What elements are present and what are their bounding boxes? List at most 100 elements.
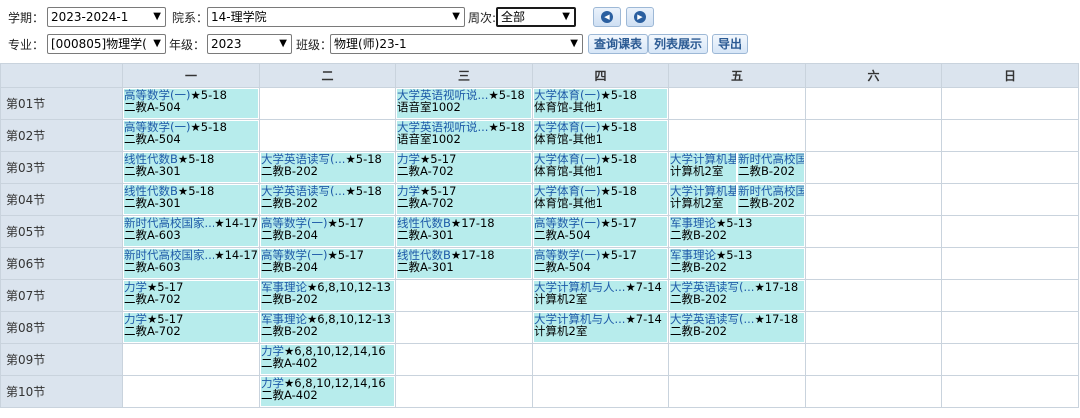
course-name-link[interactable]: 大学英语读写(... — [670, 281, 754, 293]
timetable-cell[interactable]: 大学英语读写(... ★5-18 二教B-202 — [259, 151, 396, 184]
course-name-link[interactable]: 新时代高校国 — [738, 185, 804, 197]
export-button[interactable]: 导出 — [712, 34, 749, 54]
major-select[interactable]: [000805]物理学( ▼ — [47, 34, 166, 54]
course-name-link[interactable]: 高等数学(一) — [124, 121, 190, 133]
course-block[interactable]: 大学英语读写(... ★5-18 二教B-202 — [261, 153, 394, 182]
list-view-button[interactable]: 列表展示 — [648, 34, 709, 54]
timetable-cell[interactable]: 大学计算机基 计算机2室 新时代高校国 二教B-202 — [668, 151, 806, 184]
timetable-cell[interactable]: 大学英语读写(... ★17-18 二教B-202 — [668, 311, 806, 344]
course-block[interactable]: 大学体育(一) ★5-18 体育馆-其他1 — [534, 89, 667, 118]
course-name-link[interactable]: 线性代数B — [124, 153, 178, 165]
timetable-cell[interactable]: 力学 ★5-17 二教A-702 — [395, 183, 533, 216]
course-block[interactable]: 线性代数B ★17-18 二教A-301 — [397, 217, 531, 246]
course-name-link[interactable]: 高等数学(一) — [261, 249, 327, 261]
course-block[interactable]: 大学英语读写(... ★5-18 二教B-202 — [261, 185, 394, 214]
timetable-cell[interactable]: 线性代数B ★5-18 二教A-301 — [122, 151, 260, 184]
dept-select[interactable]: 14-理学院 ▼ — [207, 7, 465, 27]
course-block[interactable]: 大学英语视听说... ★5-18 语音室1002 — [397, 121, 531, 150]
course-block[interactable]: 高等数学(一) ★5-17 二教A-504 — [534, 217, 667, 246]
week-select[interactable]: 全部 ▼ — [496, 7, 576, 27]
course-name-link[interactable]: 大学英语读写(... — [261, 185, 345, 197]
course-block[interactable]: 线性代数B ★17-18 二教A-301 — [397, 249, 531, 278]
course-block[interactable]: 军事理论 ★6,8,10,12-13 二教B-202 — [261, 313, 394, 342]
course-block[interactable]: 大学计算机与人... ★7-14 计算机2室 — [534, 313, 667, 342]
timetable-cell[interactable]: 军事理论 ★5-13 二教B-202 — [668, 247, 806, 280]
timetable-cell[interactable]: 线性代数B ★17-18 二教A-301 — [395, 215, 533, 248]
timetable-cell[interactable]: 力学 ★5-17 二教A-702 — [122, 311, 260, 344]
next-week-button[interactable]: ▶ — [626, 7, 654, 27]
course-name-link[interactable]: 新时代高校国 — [738, 153, 804, 165]
timetable-cell[interactable]: 高等数学(一) ★5-18 二教A-504 — [122, 119, 260, 152]
course-block[interactable]: 力学 ★5-17 二教A-702 — [124, 313, 258, 342]
course-block[interactable]: 军事理论 ★5-13 二教B-202 — [670, 249, 804, 278]
timetable-cell[interactable]: 力学 ★5-17 二教A-702 — [122, 279, 260, 312]
course-name-link[interactable]: 力学 — [124, 313, 147, 325]
timetable-cell[interactable]: 大学英语读写(... ★17-18 二教B-202 — [668, 279, 806, 312]
timetable-cell[interactable]: 线性代数B ★17-18 二教A-301 — [395, 247, 533, 280]
course-block[interactable]: 新时代高校国家... ★14-17 二教A-603 — [124, 249, 258, 278]
course-block[interactable]: 新时代高校国 二教B-202 — [738, 185, 804, 214]
course-name-link[interactable]: 大学英语视听说... — [397, 121, 488, 133]
course-block[interactable]: 军事理论 ★6,8,10,12-13 二教B-202 — [261, 281, 394, 310]
course-name-link[interactable]: 力学 — [397, 153, 420, 165]
timetable-cell[interactable]: 高等数学(一) ★5-17 二教B-204 — [259, 215, 396, 248]
timetable-cell[interactable]: 大学体育(一) ★5-18 体育馆-其他1 — [532, 87, 669, 120]
course-name-link[interactable]: 军事理论 — [261, 281, 307, 293]
course-name-link[interactable]: 大学体育(一) — [534, 185, 600, 197]
timetable-cell[interactable]: 高等数学(一) ★5-18 二教A-504 — [122, 87, 260, 120]
timetable-cell[interactable]: 力学 ★6,8,10,12,14,16 二教A-402 — [259, 343, 396, 376]
course-name-link[interactable]: 大学体育(一) — [534, 121, 600, 133]
course-name-link[interactable]: 军事理论 — [670, 249, 716, 261]
timetable-cell[interactable]: 高等数学(一) ★5-17 二教A-504 — [532, 247, 669, 280]
course-block[interactable]: 大学英语视听说... ★5-18 语音室1002 — [397, 89, 531, 118]
course-block[interactable]: 新时代高校国家... ★14-17 二教A-603 — [124, 217, 258, 246]
course-block[interactable]: 线性代数B ★5-18 二教A-301 — [124, 153, 258, 182]
term-select[interactable]: 2023-2024-1 ▼ — [47, 7, 166, 27]
course-name-link[interactable]: 大学英语读写(... — [670, 313, 754, 325]
course-name-link[interactable]: 大学计算机与人... — [534, 281, 625, 293]
course-block[interactable]: 力学 ★5-17 二教A-702 — [397, 153, 531, 182]
course-block[interactable]: 大学计算机基 计算机2室 — [670, 185, 736, 214]
course-block[interactable]: 大学英语读写(... ★17-18 二教B-202 — [670, 281, 804, 310]
course-name-link[interactable]: 线性代数B — [124, 185, 178, 197]
timetable-cell[interactable]: 大学英语视听说... ★5-18 语音室1002 — [395, 119, 533, 152]
course-name-link[interactable]: 线性代数B — [397, 249, 451, 261]
timetable-cell[interactable]: 大学体育(一) ★5-18 体育馆-其他1 — [532, 151, 669, 184]
timetable-cell[interactable]: 大学计算机基 计算机2室 新时代高校国 二教B-202 — [668, 183, 806, 216]
course-name-link[interactable]: 大学英语读写(... — [261, 153, 345, 165]
timetable-cell[interactable]: 新时代高校国家... ★14-17 二教A-603 — [122, 247, 260, 280]
course-block[interactable]: 力学 ★6,8,10,12,14,16 二教A-402 — [261, 345, 394, 374]
course-block[interactable]: 线性代数B ★5-18 二教A-301 — [124, 185, 258, 214]
course-block[interactable]: 力学 ★6,8,10,12,14,16 二教A-402 — [261, 377, 394, 406]
timetable-cell[interactable]: 大学计算机与人... ★7-14 计算机2室 — [532, 311, 669, 344]
course-block[interactable]: 新时代高校国 二教B-202 — [738, 153, 804, 182]
timetable-cell[interactable]: 高等数学(一) ★5-17 二教A-504 — [532, 215, 669, 248]
timetable-cell[interactable]: 大学计算机与人... ★7-14 计算机2室 — [532, 279, 669, 312]
course-name-link[interactable]: 高等数学(一) — [124, 89, 190, 101]
timetable-cell[interactable]: 新时代高校国家... ★14-17 二教A-603 — [122, 215, 260, 248]
course-block[interactable]: 军事理论 ★5-13 二教B-202 — [670, 217, 804, 246]
course-name-link[interactable]: 高等数学(一) — [534, 249, 600, 261]
course-block[interactable]: 力学 ★5-17 二教A-702 — [124, 281, 258, 310]
course-name-link[interactable]: 高等数学(一) — [534, 217, 600, 229]
course-name-link[interactable]: 力学 — [261, 377, 284, 389]
course-block[interactable]: 大学计算机基 计算机2室 — [670, 153, 736, 182]
course-name-link[interactable]: 力学 — [397, 185, 420, 197]
class-select[interactable]: 物理(师)23-1 ▼ — [330, 34, 583, 54]
course-block[interactable]: 高等数学(一) ★5-18 二教A-504 — [124, 121, 258, 150]
timetable-cell[interactable]: 军事理论 ★5-13 二教B-202 — [668, 215, 806, 248]
course-block[interactable]: 大学体育(一) ★5-18 体育馆-其他1 — [534, 185, 667, 214]
timetable-cell[interactable]: 大学英语视听说... ★5-18 语音室1002 — [395, 87, 533, 120]
timetable-cell[interactable]: 大学英语读写(... ★5-18 二教B-202 — [259, 183, 396, 216]
course-name-link[interactable]: 大学体育(一) — [534, 153, 600, 165]
course-block[interactable]: 高等数学(一) ★5-17 二教B-204 — [261, 249, 394, 278]
prev-week-button[interactable]: ◀ — [593, 7, 621, 27]
timetable-cell[interactable]: 力学 ★6,8,10,12,14,16 二教A-402 — [259, 375, 396, 408]
course-block[interactable]: 大学体育(一) ★5-18 体育馆-其他1 — [534, 153, 667, 182]
timetable-cell[interactable]: 线性代数B ★5-18 二教A-301 — [122, 183, 260, 216]
course-name-link[interactable]: 新时代高校国家... — [124, 249, 214, 261]
timetable-cell[interactable]: 军事理论 ★6,8,10,12-13 二教B-202 — [259, 279, 396, 312]
course-name-link[interactable]: 大学计算机基 — [670, 185, 736, 197]
course-name-link[interactable]: 大学计算机与人... — [534, 313, 625, 325]
timetable-cell[interactable]: 大学体育(一) ★5-18 体育馆-其他1 — [532, 119, 669, 152]
